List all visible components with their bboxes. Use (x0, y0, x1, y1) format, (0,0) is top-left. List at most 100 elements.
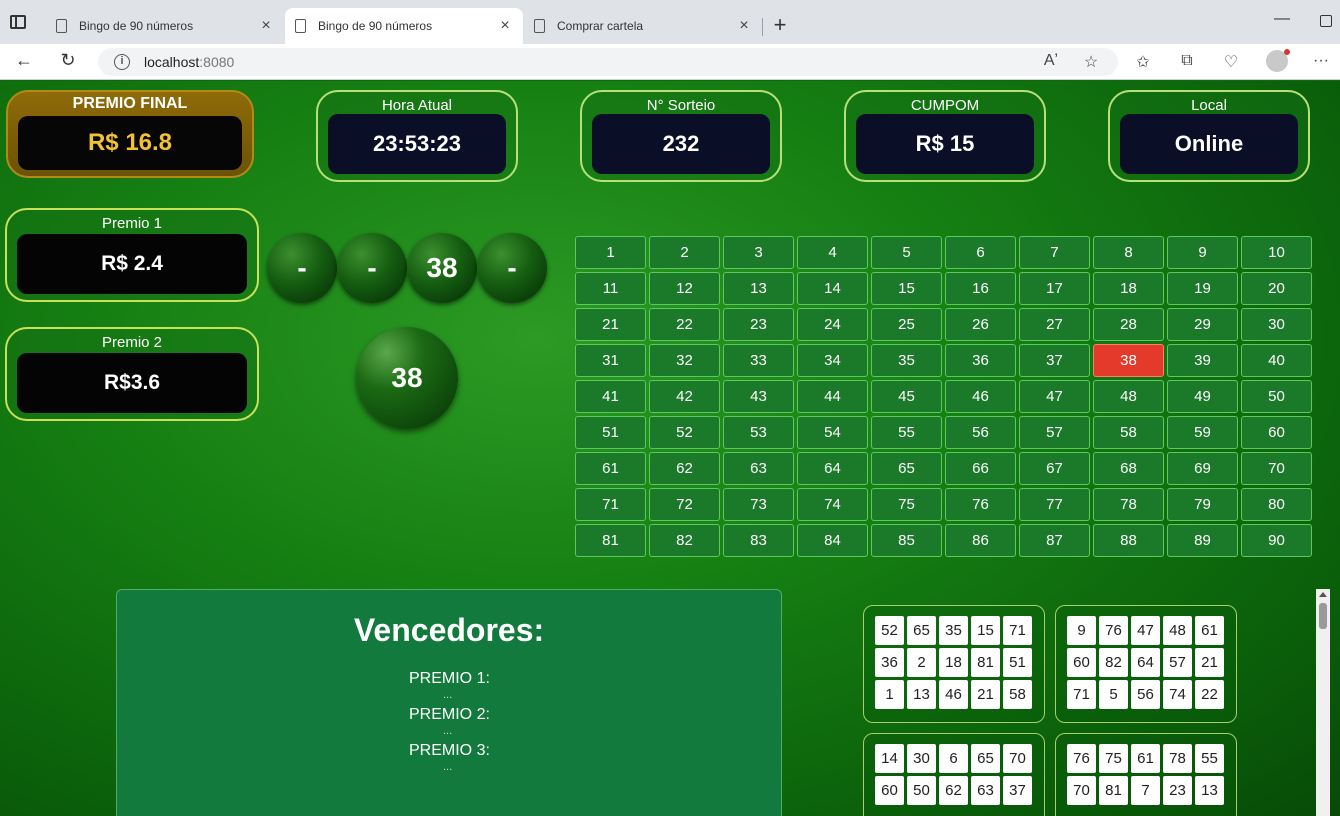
board-number: 84 (797, 524, 868, 557)
winner-3-value: ... (443, 761, 453, 773)
board-number: 72 (649, 488, 720, 521)
board-number: 37 (1019, 344, 1090, 377)
recent-ball: - (477, 233, 547, 303)
board-number: 71 (575, 488, 646, 521)
card-number: 22 (1195, 680, 1224, 709)
premio-2-label: Premio 2 (101, 334, 163, 351)
board-number: 59 (1167, 416, 1238, 449)
board-number: 63 (723, 452, 794, 485)
card-number: 47 (1131, 616, 1160, 645)
scroll-thumb[interactable] (1319, 603, 1327, 629)
card-number: 48 (1163, 616, 1192, 645)
winner-1-label: PREMIO 1: (409, 670, 490, 687)
card-number: 36 (875, 648, 904, 677)
card-number: 60 (1067, 648, 1096, 677)
tab-comprar-cartela[interactable]: Comprar cartela × (524, 8, 762, 44)
info-icon[interactable]: i (114, 54, 130, 70)
card-number: 78 (1163, 744, 1192, 773)
board-number: 46 (945, 380, 1016, 413)
cards-scrollbar[interactable] (1316, 589, 1330, 816)
board-number: 78 (1093, 488, 1164, 521)
close-icon[interactable]: × (736, 17, 752, 35)
new-tab-icon[interactable]: + (768, 12, 792, 38)
favorites-icon[interactable]: ✩ (1132, 52, 1154, 72)
close-icon[interactable]: × (497, 17, 513, 35)
scroll-up-icon[interactable] (1319, 592, 1327, 597)
tab-bingo-2[interactable]: Bingo de 90 números × (285, 8, 523, 44)
board-number: 14 (797, 272, 868, 305)
back-icon[interactable]: ← (12, 50, 36, 71)
card-number: 65 (971, 744, 1000, 773)
premio-2-box: Premio 2 R$3.6 (5, 327, 259, 421)
board-number: 48 (1093, 380, 1164, 413)
board-number: 51 (575, 416, 646, 449)
board-number: 30 (1241, 308, 1312, 341)
board-number: 52 (649, 416, 720, 449)
card-number: 76 (1067, 744, 1096, 773)
read-aloud-icon[interactable]: Aʼ (1040, 52, 1062, 70)
close-icon[interactable]: × (258, 17, 274, 35)
premio-1-box: Premio 1 R$ 2.4 (5, 208, 259, 302)
board-number: 55 (871, 416, 942, 449)
board-number: 38 (1093, 344, 1164, 377)
board-number: 81 (575, 524, 646, 557)
winner-3-label: PREMIO 3: (409, 742, 490, 759)
card-number: 15 (971, 616, 1000, 645)
more-icon[interactable]: ··· (1310, 52, 1332, 70)
board-number: 29 (1167, 308, 1238, 341)
board-number: 39 (1167, 344, 1238, 377)
board-number: 82 (649, 524, 720, 557)
board-number: 27 (1019, 308, 1090, 341)
bingo-card: 14 30 6 65 70 60 50 62 63 37 (863, 733, 1045, 816)
board-number: 13 (723, 272, 794, 305)
board-number: 18 (1093, 272, 1164, 305)
card-number: 60 (875, 776, 904, 805)
board-number: 60 (1241, 416, 1312, 449)
tab-bingo-1[interactable]: Bingo de 90 números × (46, 8, 284, 44)
premio-final-value: R$ 16.8 (18, 116, 242, 170)
bingo-page: PREMIO FINAL R$ 16.8 Hora Atual 23:53:23… (0, 81, 1340, 816)
board-number: 34 (797, 344, 868, 377)
board-number: 40 (1241, 344, 1312, 377)
card-number: 21 (1195, 648, 1224, 677)
board-number: 61 (575, 452, 646, 485)
card-number: 55 (1195, 744, 1224, 773)
board-number: 32 (649, 344, 720, 377)
card-number: 7 (1131, 776, 1160, 805)
card-number: 75 (1099, 744, 1128, 773)
premio-final-label: PREMIO FINAL (72, 95, 188, 112)
board-number: 31 (575, 344, 646, 377)
minimize-icon[interactable]: — (1274, 10, 1290, 28)
maximize-icon[interactable] (1320, 15, 1332, 27)
board-number: 86 (945, 524, 1016, 557)
extensions-icon[interactable]: ♡ (1220, 52, 1242, 72)
board-number: 54 (797, 416, 868, 449)
avatar[interactable] (1266, 49, 1290, 72)
board-number: 36 (945, 344, 1016, 377)
card-number: 58 (1003, 680, 1032, 709)
url-field[interactable]: i localhost:8080 (98, 48, 1118, 76)
collections-icon[interactable]: ⧉ (1176, 52, 1198, 70)
card-number: 74 (1163, 680, 1192, 709)
card-number: 5 (1099, 680, 1128, 709)
favorite-star-icon[interactable]: ☆ (1080, 52, 1102, 72)
browser-tab-bar: Bingo de 90 números × Bingo de 90 número… (0, 0, 1340, 44)
hora-atual-box: Hora Atual 23:53:23 (316, 90, 518, 182)
tab-title: Bingo de 90 números (318, 19, 433, 33)
refresh-icon[interactable]: ↻ (56, 50, 80, 71)
board-number: 2 (649, 236, 720, 269)
cumpom-box: CUMPOM R$ 15 (844, 90, 1046, 182)
board-number: 64 (797, 452, 868, 485)
board-number: 65 (871, 452, 942, 485)
board-number: 77 (1019, 488, 1090, 521)
board-number: 6 (945, 236, 1016, 269)
card-number: 52 (875, 616, 904, 645)
card-number: 76 (1099, 616, 1128, 645)
card-number: 82 (1099, 648, 1128, 677)
tab-actions-icon[interactable] (10, 15, 26, 29)
board-number: 1 (575, 236, 646, 269)
card-number: 65 (907, 616, 936, 645)
board-number: 17 (1019, 272, 1090, 305)
board-number: 19 (1167, 272, 1238, 305)
board-number: 56 (945, 416, 1016, 449)
